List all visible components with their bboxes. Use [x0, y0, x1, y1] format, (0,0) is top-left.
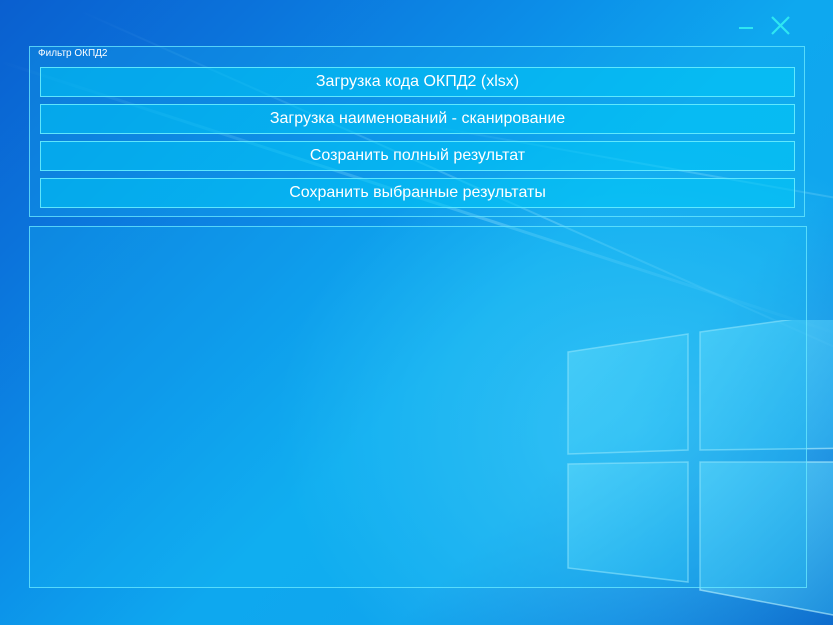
group-title: Фильтр ОКПД2: [38, 48, 108, 59]
minimize-button[interactable]: [734, 12, 762, 40]
save-selected-results-button[interactable]: Сохранить выбранные результаты: [40, 178, 795, 208]
filter-okpd2-group: Фильтр ОКПД2 Загрузка кода ОКПД2 (xlsx) …: [29, 46, 805, 217]
minimize-icon: [739, 27, 753, 29]
application-window: Фильтр ОКПД2 Загрузка кода ОКПД2 (xlsx) …: [0, 0, 833, 625]
load-names-scan-button[interactable]: Загрузка наименований - сканирование: [40, 104, 795, 134]
button-label: Сохранить выбранные результаты: [289, 184, 546, 201]
close-icon: [771, 16, 790, 35]
result-panel[interactable]: [29, 226, 807, 588]
load-okpd2-code-button[interactable]: Загрузка кода ОКПД2 (xlsx): [40, 67, 795, 97]
button-label: Загрузка кода ОКПД2 (xlsx): [315, 73, 520, 90]
button-label: Созранить полный результат: [309, 147, 526, 164]
save-full-result-button[interactable]: Созранить полный результат: [40, 141, 795, 171]
button-label: Загрузка наименований - сканирование: [269, 110, 566, 127]
close-button[interactable]: [766, 12, 794, 40]
